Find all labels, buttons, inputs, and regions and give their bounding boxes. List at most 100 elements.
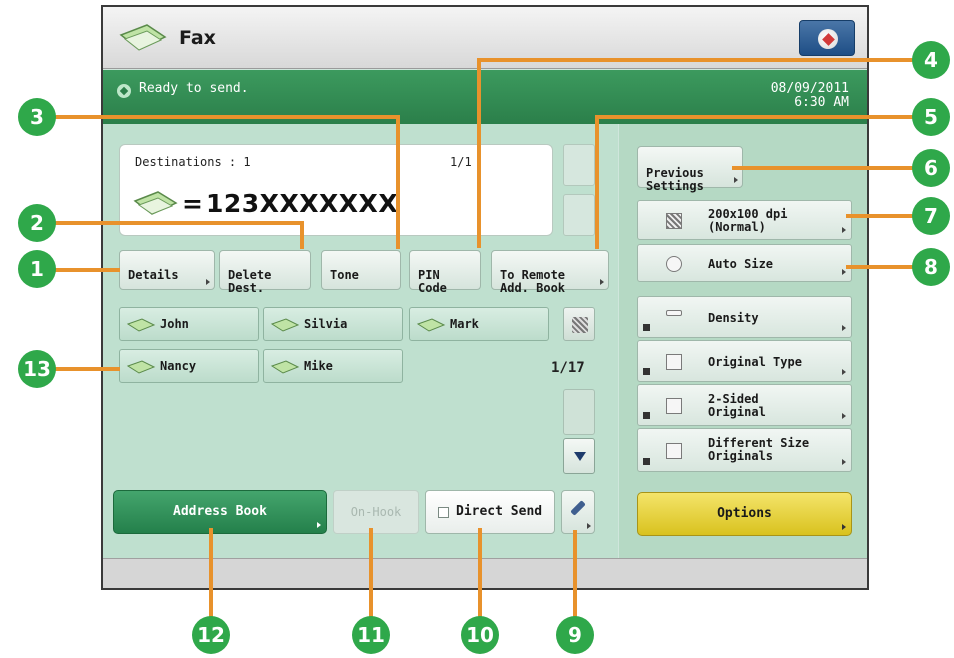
settings-pane: Previous Settings 200x100 dpi (Normal) A…	[619, 124, 867, 558]
tone-button[interactable]: Tone	[321, 250, 401, 290]
scan-size-button[interactable]: Auto Size	[637, 244, 852, 282]
main-area: Destinations : 1 1/1 = 123XXXXXXX Detail…	[103, 124, 867, 558]
callout-3: 3	[18, 98, 56, 136]
arrow-icon	[317, 522, 321, 528]
previous-settings-label: Previous Settings	[646, 166, 704, 193]
arrow-icon	[734, 177, 738, 183]
different-size-originals-button[interactable]: Different Size Originals	[637, 428, 852, 472]
arrow-icon	[842, 325, 846, 331]
callout-4: 4	[912, 41, 950, 79]
callout-line-12	[209, 528, 213, 622]
on-hook-button[interactable]: On-Hook	[333, 490, 419, 534]
direct-send-button[interactable]: Direct Send	[425, 490, 555, 534]
fax-icon	[416, 318, 446, 332]
one-touch-john[interactable]: John	[119, 307, 259, 341]
direct-send-label: Direct Send	[456, 504, 543, 519]
different-size-icon	[666, 443, 682, 459]
callout-11: 11	[352, 616, 390, 654]
direct-send-checkbox[interactable]	[438, 507, 449, 518]
auto-size-icon	[666, 256, 682, 272]
arrow-icon	[842, 413, 846, 419]
destination-scroll-up-button[interactable]	[563, 144, 595, 186]
arrow-icon	[842, 524, 846, 530]
options-label: Options	[717, 506, 772, 521]
details-label: Details	[128, 268, 179, 282]
fax-icon	[270, 360, 300, 374]
details-button[interactable]: Details	[119, 250, 215, 290]
callout-line-5-drop	[595, 115, 599, 249]
one-touch-page: 1/17	[551, 360, 585, 376]
original-type-button[interactable]: Original Type	[637, 340, 852, 382]
one-touch-silvia[interactable]: Silvia	[263, 307, 403, 341]
grid-icon	[572, 317, 588, 333]
callout-1: 1	[18, 250, 56, 288]
scan-size-label: Auto Size	[708, 257, 774, 271]
one-touch-display-toggle-button[interactable]	[563, 307, 595, 341]
resolution-button[interactable]: 200x100 dpi (Normal)	[637, 200, 852, 240]
status-date: 08/09/2011	[770, 81, 849, 96]
fax-icon	[126, 360, 156, 374]
one-touch-mike[interactable]: Mike	[263, 349, 403, 383]
to-remote-add-book-label: To Remote Add. Book	[500, 268, 566, 295]
one-touch-label: John	[160, 317, 189, 331]
address-book-button[interactable]: Address Book	[113, 490, 327, 534]
resolution-label: 200x100 dpi (Normal)	[708, 207, 788, 234]
one-touch-scroll-down-button[interactable]	[563, 438, 595, 474]
status-message: Ready to send.	[139, 81, 249, 96]
settings-wrench-button[interactable]	[561, 490, 595, 534]
one-touch-mark[interactable]: Mark	[409, 307, 549, 341]
options-button[interactable]: Options	[637, 492, 852, 536]
to-remote-add-book-button[interactable]: To Remote Add. Book	[491, 250, 609, 295]
callout-5: 5	[912, 98, 950, 136]
callout-line-13	[54, 367, 120, 371]
tone-label: Tone	[330, 268, 359, 282]
callout-line-11	[369, 528, 373, 622]
left-pane: Destinations : 1 1/1 = 123XXXXXXX Detail…	[103, 124, 618, 558]
original-type-icon	[666, 354, 682, 370]
density-button[interactable]: Density	[637, 296, 852, 338]
pin-code-button[interactable]: PIN Code	[409, 250, 481, 295]
fax-icon	[270, 318, 300, 332]
destination-count: Destinations : 1	[135, 155, 251, 169]
original-type-label: Original Type	[708, 355, 802, 369]
callout-13: 13	[18, 350, 56, 388]
destination-scroll-down-button[interactable]	[563, 194, 595, 236]
arrow-icon	[842, 369, 846, 375]
fax-destination-icon	[133, 191, 178, 215]
arrow-icon	[842, 227, 846, 233]
status-datetime: 08/09/2011 6:30 AM	[771, 82, 849, 110]
system-menu-icon	[818, 29, 838, 49]
status-time: 6:30 AM	[794, 95, 849, 110]
previous-settings-button[interactable]: Previous Settings	[637, 146, 743, 193]
callout-line-5	[595, 115, 917, 119]
diagram-stage: Fax Ready to send. 08/09/2011 6:30 AM De…	[0, 0, 954, 658]
resolution-icon	[666, 213, 682, 229]
arrow-icon	[842, 459, 846, 465]
fax-icon	[119, 24, 167, 51]
callout-12: 12	[192, 616, 230, 654]
one-touch-scroll-up-button[interactable]	[563, 389, 595, 435]
density-label: Density	[708, 311, 759, 325]
two-sided-original-button[interactable]: 2-Sided Original	[637, 384, 852, 426]
callout-line-2	[54, 221, 304, 225]
one-touch-label: Silvia	[304, 317, 348, 331]
two-sided-icon	[666, 398, 682, 414]
delete-dest-label: Delete Dest.	[228, 268, 272, 295]
callout-line-6	[732, 166, 916, 170]
callout-line-4-drop	[477, 58, 481, 248]
wrench-icon	[570, 500, 586, 516]
delete-dest-button[interactable]: Delete Dest.	[219, 250, 311, 295]
arrow-icon	[587, 523, 591, 529]
one-touch-nancy[interactable]: Nancy	[119, 349, 259, 383]
favorite-mark-icon	[643, 412, 650, 419]
callout-line-1	[54, 268, 120, 272]
arrow-icon	[842, 269, 846, 275]
status-ready-icon	[117, 84, 131, 98]
bottom-strip	[103, 558, 867, 588]
callout-line-10	[478, 528, 482, 622]
pin-code-label: PIN Code	[418, 268, 447, 295]
callout-line-7	[846, 214, 916, 218]
arrow-icon	[206, 279, 210, 285]
callout-line-2-drop	[300, 221, 304, 249]
system-menu-button[interactable]	[799, 20, 855, 56]
